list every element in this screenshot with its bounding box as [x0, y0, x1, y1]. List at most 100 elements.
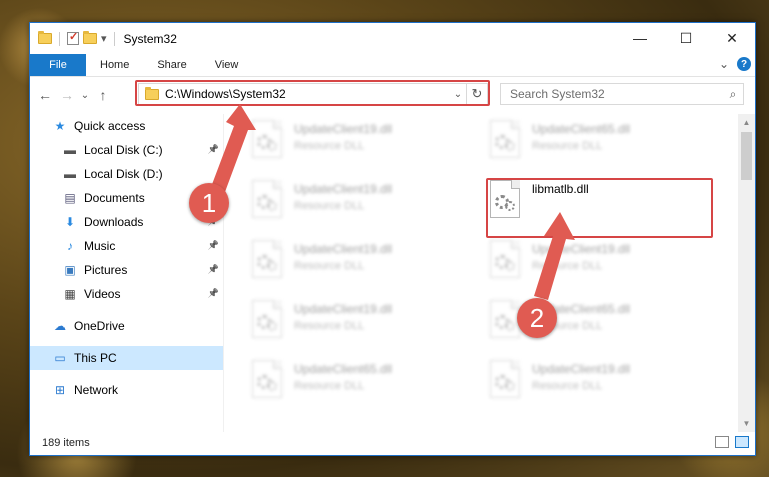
sidebar-item-pictures[interactable]: ▣ Pictures 📌	[30, 258, 223, 282]
sidebar-item-label: Quick access	[74, 119, 146, 133]
dll-file-icon	[252, 360, 282, 398]
help-icon[interactable]: ?	[737, 57, 751, 71]
file-type: Resource DLL	[294, 140, 365, 152]
file-item[interactable]: UpdateClient19.dll Resource DLL	[244, 118, 474, 170]
file-name: UpdateClient19.dll	[532, 362, 631, 376]
dll-file-icon	[252, 300, 282, 338]
file-type: Resource DLL	[532, 260, 603, 272]
file-item[interactable]: UpdateClient19.dll Resource DLL	[482, 358, 712, 410]
file-type: Resource DLL	[532, 140, 603, 152]
file-item[interactable]: UpdateClient19.dll Resource DLL	[482, 238, 712, 290]
search-box[interactable]: Search System32 ⌕	[500, 83, 744, 105]
videos-icon: ▦	[64, 287, 76, 301]
download-icon: ⬇	[64, 215, 76, 229]
file-item[interactable]: UpdateClient65.dll Resource DLL	[482, 118, 712, 170]
drive-icon: ▬	[64, 167, 76, 181]
maximize-button[interactable]: ☐	[663, 23, 709, 53]
tab-share[interactable]: Share	[143, 54, 200, 76]
new-folder-icon[interactable]	[83, 31, 97, 44]
folder-icon	[38, 31, 52, 44]
sidebar-item-label: OneDrive	[74, 319, 125, 333]
file-item[interactable]: UpdateClient19.dll Resource DLL	[244, 298, 474, 350]
file-type: Resource DLL	[294, 200, 365, 212]
sidebar-item-music[interactable]: ♪ Music 📌	[30, 234, 223, 258]
file-item[interactable]: UpdateClient19.dll Resource DLL	[244, 238, 474, 290]
sidebar-item-label: Network	[74, 383, 119, 397]
sidebar-item-local-disk-c[interactable]: ▬ Local Disk (C:) 📌	[30, 138, 223, 162]
chevron-down-icon[interactable]: ⌄	[450, 89, 466, 100]
scroll-up-icon[interactable]: ▲	[738, 114, 755, 131]
tab-file[interactable]: File	[30, 54, 86, 76]
sidebar-item-label: Local Disk (D:)	[84, 167, 163, 181]
file-name: UpdateClient19.dll	[294, 242, 393, 256]
folder-icon	[145, 86, 159, 100]
properties-icon[interactable]	[67, 30, 79, 45]
file-item[interactable]: libmatlb.dll	[482, 178, 712, 230]
search-icon[interactable]: ⌕	[723, 87, 743, 102]
back-button[interactable]: ←	[34, 87, 56, 103]
close-button[interactable]: ✕	[709, 23, 755, 53]
file-type: Resource DLL	[294, 380, 365, 392]
customize-qa-icon[interactable]: ▾	[101, 32, 107, 45]
network-icon: ⊞	[54, 383, 66, 397]
recent-locations-button[interactable]: ⌄	[78, 90, 92, 101]
sidebar-item-network[interactable]: ⊞ Network	[30, 378, 223, 402]
sidebar-item-label: Videos	[84, 287, 121, 301]
star-icon: ★	[54, 119, 66, 133]
dll-file-icon	[252, 120, 282, 158]
tab-home[interactable]: Home	[86, 54, 143, 76]
details-view-icon[interactable]	[715, 436, 729, 448]
divider	[113, 31, 115, 46]
sidebar-item-label: Documents	[84, 191, 145, 205]
step-2-badge: 2	[517, 298, 557, 338]
file-item[interactable]: UpdateClient65.dll Resource DLL	[244, 358, 474, 410]
dll-file-icon	[490, 180, 520, 218]
navigation-bar: ← → ⌄ ↑ C:\Windows\System32 ⌄ ↻ Search S…	[30, 77, 755, 113]
sidebar-item-videos[interactable]: ▦ Videos 📌	[30, 282, 223, 306]
sidebar-item-label: Music	[84, 239, 116, 253]
file-item[interactable]: UpdateClient65.dll Resource DLL	[482, 298, 712, 350]
file-type: Resource DLL	[294, 320, 365, 332]
dll-file-icon	[252, 240, 282, 278]
divider	[59, 31, 60, 46]
file-name: UpdateClient19.dll	[294, 182, 393, 196]
sidebar-item-onedrive[interactable]: ☁ OneDrive	[30, 314, 223, 338]
sidebar-item-this-pc[interactable]: ▭ This PC	[30, 346, 223, 370]
minimize-button[interactable]: —	[617, 23, 663, 53]
pin-icon: 📌	[207, 144, 219, 154]
sidebar-item-label: Local Disk (C:)	[84, 143, 163, 157]
address-text[interactable]: C:\Windows\System32	[165, 87, 450, 101]
dll-file-icon	[490, 300, 520, 338]
file-name: UpdateClient19.dll	[532, 242, 631, 256]
dll-file-icon	[490, 360, 520, 398]
scroll-thumb[interactable]	[741, 132, 752, 180]
up-button[interactable]: ↑	[92, 87, 114, 103]
sidebar-item-local-disk-d[interactable]: ▬ Local Disk (D:)	[30, 162, 223, 186]
explorer-window: ▾ System32 — ☐ ✕ File Home Share View ⌄ …	[29, 22, 756, 456]
file-name: libmatlb.dll	[532, 182, 589, 196]
pictures-icon: ▣	[64, 263, 76, 277]
file-name: UpdateClient65.dll	[532, 122, 631, 136]
address-bar[interactable]: C:\Windows\System32 ⌄ ↻	[138, 83, 488, 105]
search-input[interactable]: Search System32	[501, 87, 723, 101]
pin-icon: 📌	[207, 240, 219, 250]
file-list: UpdateClient19.dll Resource DLL UpdateClie…	[224, 114, 742, 432]
scroll-down-icon[interactable]: ▼	[738, 415, 755, 432]
file-name: UpdateClient65.dll	[294, 362, 393, 376]
forward-button[interactable]: →	[56, 87, 78, 103]
dll-file-icon	[490, 240, 520, 278]
music-icon: ♪	[67, 239, 73, 253]
pin-icon: 📌	[207, 288, 219, 298]
ribbon-tabs: File Home Share View ⌄ ?	[30, 54, 755, 77]
vertical-scrollbar[interactable]: ▲ ▼	[738, 114, 755, 432]
expand-ribbon-icon[interactable]: ⌄	[719, 57, 729, 71]
documents-icon: ▤	[64, 191, 76, 205]
large-icons-view-icon[interactable]	[735, 436, 749, 448]
refresh-icon[interactable]: ↻	[466, 84, 487, 104]
sidebar-item-quick-access[interactable]: ★ Quick access	[30, 114, 223, 138]
cloud-icon: ☁	[54, 319, 66, 333]
tab-view[interactable]: View	[201, 54, 253, 76]
drive-icon: ▬	[64, 143, 76, 157]
file-item[interactable]: UpdateClient19.dll Resource DLL	[244, 178, 474, 230]
file-type: Resource DLL	[294, 260, 365, 272]
